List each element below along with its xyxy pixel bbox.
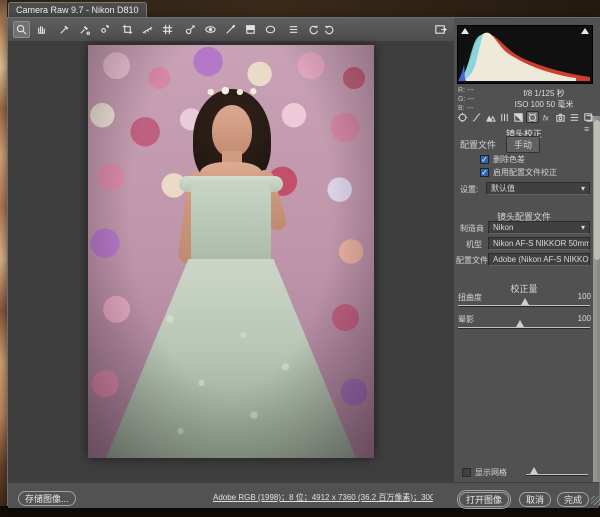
tab-camera-calibration-icon[interactable] (554, 111, 567, 123)
subject-flower-crown (204, 85, 260, 99)
make-dropdown[interactable]: Nikon▾ (488, 221, 590, 234)
distortion-slider-thumb[interactable] (521, 298, 529, 305)
subject-gown-skirt (106, 259, 356, 458)
make-label: 制造商 (460, 223, 484, 234)
model-dropdown[interactable]: Nikon AF-S NIKKOR 50mm▾ (488, 237, 590, 250)
tab-manual[interactable]: 手动 (506, 136, 540, 153)
enable-profile-corrections-checkbox[interactable]: ✓ (480, 168, 489, 177)
vignetting-value: 100 (578, 314, 591, 323)
subject-gown-texture (128, 295, 338, 455)
rotate-left-icon[interactable] (305, 21, 322, 38)
vignetting-label: 晕影 (458, 314, 474, 325)
panel-menu-icon[interactable]: ≡ (584, 124, 589, 134)
cancel-button[interactable]: 取消 (519, 492, 551, 507)
preferences-icon[interactable] (285, 21, 302, 38)
chevron-down-icon: ▾ (581, 183, 585, 194)
subject-arm-left (177, 170, 205, 263)
rgb-readout-r: R: --- (458, 87, 474, 95)
rgb-readout-g: G: --- (458, 96, 474, 104)
chevron-down-icon: ▾ (581, 222, 585, 233)
tab-profile[interactable]: 配置文件 (460, 138, 496, 151)
enable-profile-corrections-label: 启用配置文件校正 (493, 167, 557, 178)
profile-dropdown[interactable]: Adobe (Nikon AF-S NIKKO▾ (488, 253, 590, 266)
distortion-value: 100 (578, 292, 591, 301)
subject-arm-right (255, 168, 288, 232)
save-image-button[interactable]: 存储图像... (18, 491, 76, 506)
done-button[interactable]: 完成 (557, 492, 589, 507)
setup-label: 设置: (460, 184, 478, 195)
subject-sleeves (179, 176, 283, 192)
subject-hair (193, 89, 271, 189)
panel-tab-strip: fx (456, 111, 596, 123)
desktop-background-strip (0, 0, 7, 517)
footer-bar: 存储图像... Adobe RGB (1998)；8 位；4912 x 7360… (8, 482, 599, 508)
window-title[interactable]: Camera Raw 9.7 - Nikon D810 (8, 2, 147, 17)
setup-dropdown[interactable]: 默认值▾ (486, 182, 590, 195)
straighten-tool-icon[interactable] (139, 21, 156, 38)
panel-scrollbar-thumb[interactable] (594, 120, 600, 260)
exif-aperture-shutter: f/8 1/125 秒 (494, 88, 594, 99)
workflow-options-link[interactable]: Adobe RGB (1998)；8 位；4912 x 7360 (36.2 百… (213, 492, 433, 503)
tab-hsl-icon[interactable] (498, 111, 511, 123)
vignetting-slider-thumb[interactable] (516, 320, 524, 327)
targeted-adjustment-icon[interactable] (96, 21, 113, 38)
highlight-clipping-warning-icon[interactable] (581, 28, 589, 34)
zoom-tool-icon[interactable] (13, 21, 30, 38)
right-panel: R: --- G: --- B: --- f/8 1/125 秒 ISO 100… (454, 18, 600, 482)
color-sampler-icon[interactable] (76, 21, 93, 38)
svg-text:fx: fx (543, 113, 549, 122)
remove-chromatic-aberration-label: 删除色差 (493, 154, 525, 165)
model-label: 机型 (466, 239, 482, 250)
tab-split-toning-icon[interactable] (512, 111, 525, 123)
show-grid-checkbox[interactable] (462, 468, 471, 477)
hand-tool-icon[interactable] (33, 21, 50, 38)
shadow-clipping-warning-icon[interactable] (461, 28, 469, 34)
subject-neck (222, 151, 242, 169)
toggle-fullscreen-icon[interactable] (432, 21, 449, 38)
screenshot-root: Camera Raw 9.7 - Nikon D810 (0, 0, 600, 517)
open-image-button[interactable]: 打开图像 (459, 492, 509, 507)
profile-label: 配置文件 (456, 255, 488, 266)
tab-detail-icon[interactable] (484, 111, 497, 123)
tab-effects-icon[interactable]: fx (540, 111, 553, 123)
red-eye-removal-icon[interactable] (202, 21, 219, 38)
grid-size-slider[interactable] (526, 474, 588, 475)
chevron-down-icon: ▾ (589, 254, 590, 265)
show-grid-label: 显示网格 (475, 467, 507, 478)
white-balance-eyedropper-icon[interactable] (56, 21, 73, 38)
subject-face (212, 105, 252, 157)
histogram (457, 25, 593, 84)
remove-chromatic-aberration-checkbox[interactable]: ✓ (480, 155, 489, 164)
subject-bodice (191, 183, 271, 267)
resize-grip[interactable] (591, 496, 600, 505)
tab-lens-corrections-icon[interactable] (526, 111, 539, 123)
grid-size-slider-thumb[interactable] (530, 467, 538, 474)
exif-iso-focal: ISO 100 50 毫米 (494, 99, 594, 110)
preview-area: − + 11.4%▾ DSC_2512.NEF Y ▣ ⇄ ≡ (8, 41, 454, 482)
rotate-right-icon[interactable] (321, 21, 338, 38)
transform-tool-icon[interactable] (159, 21, 176, 38)
photo-preview[interactable] (88, 45, 374, 458)
crop-tool-icon[interactable] (119, 21, 136, 38)
camera-raw-dialog: − + 11.4%▾ DSC_2512.NEF Y ▣ ⇄ ≡ (7, 17, 600, 506)
tab-basic-icon[interactable] (456, 111, 469, 123)
panel-scrollbar[interactable] (593, 116, 600, 482)
tab-presets-icon[interactable] (568, 111, 581, 123)
distortion-label: 扭曲度 (458, 292, 482, 303)
radial-filter-icon[interactable] (262, 21, 279, 38)
adjustment-brush-icon[interactable] (222, 21, 239, 38)
spot-removal-icon[interactable] (182, 21, 199, 38)
distortion-slider[interactable] (458, 305, 590, 306)
graduated-filter-icon[interactable] (242, 21, 259, 38)
vignetting-slider[interactable] (458, 327, 590, 328)
tab-tone-curve-icon[interactable] (470, 111, 483, 123)
subject-chest (200, 162, 262, 190)
